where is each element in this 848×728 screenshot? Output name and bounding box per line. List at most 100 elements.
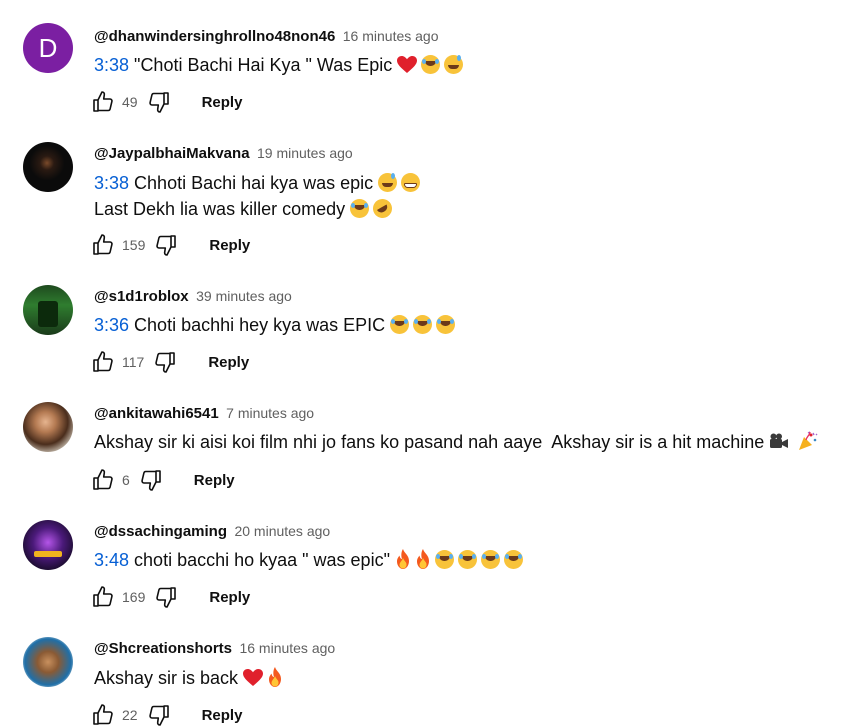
comment-actions: 6 Reply xyxy=(90,467,235,493)
avatar-logo xyxy=(34,551,62,557)
grin-emoji xyxy=(401,173,421,192)
like-button[interactable] xyxy=(90,467,116,493)
like-count: 117 xyxy=(122,354,145,370)
avatar-figure xyxy=(38,301,58,327)
comment-text-body: Akshay sir ki aisi koi film nhi jo fans … xyxy=(94,432,770,452)
comment-header: @s1d1roblox 39 minutes ago xyxy=(94,285,292,307)
comment-text-body: choti bacchi ho kyaa " was epic" xyxy=(129,550,395,570)
sweat-smile-emoji xyxy=(378,173,398,192)
avatar[interactable]: D xyxy=(23,23,73,73)
thumb-up-icon xyxy=(91,90,115,114)
reply-button[interactable]: Reply xyxy=(209,589,250,606)
thumb-up-icon xyxy=(91,233,115,257)
rofl-emoji xyxy=(369,195,396,222)
author-handle[interactable]: @JaypalbhaiMakvana xyxy=(94,145,250,162)
like-button[interactable] xyxy=(90,584,116,610)
like-count: 169 xyxy=(122,589,146,605)
thumb-down-icon xyxy=(139,468,163,492)
like-count: 22 xyxy=(122,707,138,723)
reply-button[interactable]: Reply xyxy=(209,237,250,254)
thumb-up-icon xyxy=(91,703,115,727)
reply-button[interactable]: Reply xyxy=(194,472,235,489)
timestamp-link[interactable]: 3:38 xyxy=(94,173,129,193)
joy-emoji xyxy=(421,55,441,74)
author-handle[interactable]: @Shcreationshorts xyxy=(94,640,232,657)
comment-actions: 117 Reply xyxy=(90,349,249,375)
comment-time[interactable]: 16 minutes ago xyxy=(343,28,439,44)
comment-text-body: Choti bachhi hey kya was EPIC xyxy=(129,315,391,335)
comment-text: Akshay sir ki aisi koi film nhi jo fans … xyxy=(94,429,822,455)
timestamp-link[interactable]: 3:38 xyxy=(94,55,129,75)
like-count: 49 xyxy=(122,94,138,110)
dislike-button[interactable] xyxy=(153,232,179,258)
avatar[interactable] xyxy=(23,402,73,452)
like-button[interactable] xyxy=(90,89,116,115)
thumb-down-icon xyxy=(147,90,171,114)
comment-time[interactable]: 16 minutes ago xyxy=(239,640,335,656)
like-button[interactable] xyxy=(90,232,116,258)
joy-emoji xyxy=(390,315,410,334)
timestamp-link[interactable]: 3:48 xyxy=(94,550,129,570)
avatar-letter: D xyxy=(38,32,58,63)
avatar[interactable] xyxy=(23,637,73,687)
comment-time[interactable]: 19 minutes ago xyxy=(257,145,353,161)
reply-button[interactable]: Reply xyxy=(202,94,243,111)
author-handle[interactable]: @dhanwindersinghrollno48non46 xyxy=(94,28,335,45)
dislike-button[interactable] xyxy=(152,349,178,375)
joy-emoji xyxy=(413,315,433,334)
comment-actions: 159 Reply xyxy=(90,232,250,258)
joy-emoji xyxy=(480,550,500,569)
dislike-button[interactable] xyxy=(138,467,164,493)
thumb-down-icon xyxy=(153,350,177,374)
joy-emoji xyxy=(350,199,370,218)
movie-camera-emoji xyxy=(769,433,789,451)
timestamp-link[interactable]: 3:36 xyxy=(94,315,129,335)
comment-time[interactable]: 39 minutes ago xyxy=(196,288,292,304)
fire-emoji xyxy=(415,549,431,569)
reply-button[interactable]: Reply xyxy=(202,707,243,724)
comment-actions: 49 Reply xyxy=(90,89,242,115)
dislike-button[interactable] xyxy=(146,89,172,115)
author-handle[interactable]: @s1d1roblox xyxy=(94,288,189,305)
avatar[interactable] xyxy=(23,520,73,570)
reply-button[interactable]: Reply xyxy=(208,354,249,371)
thumb-up-icon xyxy=(91,468,115,492)
comment-text-body: Chhoti Bachi hai kya was epic xyxy=(129,173,379,193)
thumb-down-icon xyxy=(154,233,178,257)
comment-header: @JaypalbhaiMakvana 19 minutes ago xyxy=(94,142,353,164)
author-handle[interactable]: @ankitawahi6541 xyxy=(94,405,219,422)
avatar[interactable] xyxy=(23,142,73,192)
party-popper-emoji xyxy=(798,431,818,451)
thumb-down-icon xyxy=(147,703,171,727)
comment-text: 3:38 "Choti Bachi Hai Kya " Was Epic xyxy=(94,52,467,78)
like-count: 6 xyxy=(122,472,130,488)
comment-header: @dhanwindersinghrollno48non46 16 minutes… xyxy=(94,25,439,47)
comment-header: @dssachingaming 20 minutes ago xyxy=(94,520,330,542)
comment-text-body: Last Dekh lia was killer comedy xyxy=(94,199,351,219)
fire-emoji xyxy=(267,667,283,687)
comment-actions: 22 Reply xyxy=(90,702,242,728)
comment-text: Akshay sir is back xyxy=(94,665,287,691)
like-button[interactable] xyxy=(90,349,116,375)
dislike-button[interactable] xyxy=(146,702,172,728)
joy-emoji xyxy=(434,550,454,569)
thumb-down-icon xyxy=(154,585,178,609)
joy-emoji xyxy=(436,315,456,334)
comment-text: 3:38 Chhoti Bachi hai kya was epic xyxy=(94,170,424,196)
comment-text-line-2: Last Dekh lia was killer comedy xyxy=(94,195,396,222)
sweat-smile-emoji xyxy=(444,55,464,74)
like-count: 159 xyxy=(122,237,146,253)
comment-header: @Shcreationshorts 16 minutes ago xyxy=(94,637,335,659)
like-button[interactable] xyxy=(90,702,116,728)
heart-emoji xyxy=(397,56,417,74)
dislike-button[interactable] xyxy=(153,584,179,610)
thumb-up-icon xyxy=(91,585,115,609)
avatar[interactable] xyxy=(23,285,73,335)
author-handle[interactable]: @dssachingaming xyxy=(94,523,227,540)
comment-actions: 169 Reply xyxy=(90,584,250,610)
comment-text: 3:48 choti bacchi ho kyaa " was epic" xyxy=(94,547,527,573)
comment-text-body: "Choti Bachi Hai Kya " Was Epic xyxy=(129,55,398,75)
comment-time[interactable]: 7 minutes ago xyxy=(226,405,314,421)
comment-time[interactable]: 20 minutes ago xyxy=(234,523,330,539)
fire-emoji xyxy=(395,549,411,569)
